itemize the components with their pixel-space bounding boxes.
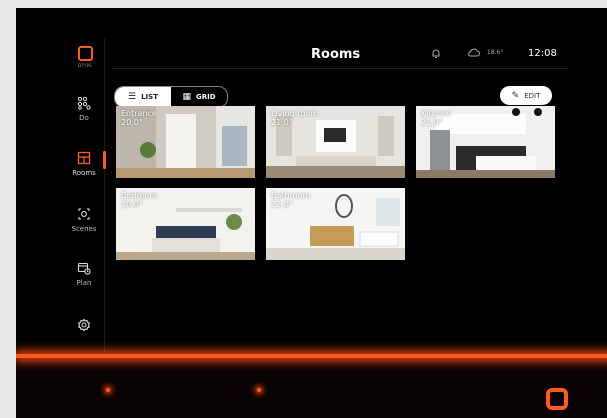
rooms-icon: [77, 151, 91, 165]
sidebar-item-label: Do: [79, 114, 89, 122]
dots-grid-icon: [77, 96, 91, 110]
page-title: Rooms: [311, 47, 361, 62]
room-name: Entrance: [121, 109, 157, 118]
room-name: Bathroom: [271, 191, 311, 200]
room-name: Bedroom: [121, 191, 158, 200]
room-temperature: 21.0°: [271, 118, 293, 127]
weather-widget[interactable]: 18.6°: [467, 47, 503, 58]
room-tile-living-room[interactable]: Living room 21.0°: [266, 106, 405, 178]
indicator-light: [257, 388, 261, 392]
room-name: Living room: [271, 109, 319, 118]
list-view-button[interactable]: ☰ LIST: [115, 87, 171, 107]
device-frame: ΩTYPE Do Rooms Scenes Plan Rooms 18.6° 1…: [16, 8, 607, 418]
sidebar-item-label: Rooms: [72, 169, 96, 177]
room-tile-kitchen[interactable]: Kitchen 21.0°: [416, 106, 555, 178]
room-tile-bathroom[interactable]: Bathroom 22.0°: [266, 188, 405, 260]
indicator-light: [106, 388, 110, 392]
header-divider: [112, 68, 568, 69]
room-temperature: 20.0°: [121, 200, 143, 209]
outdoor-temperature: 18.6°: [486, 48, 504, 56]
sidebar-item-settings[interactable]: [64, 318, 104, 336]
device-bezel: [16, 354, 607, 418]
room-temperature: 21.0°: [421, 118, 443, 127]
grid-icon: ▦: [182, 92, 191, 102]
pencil-icon: ✎: [511, 90, 520, 101]
sidebar-item-label: Scenes: [71, 225, 97, 233]
cloud-moon-icon: [467, 48, 484, 58]
calendar-plan-icon: [77, 261, 91, 275]
list-label: LIST: [141, 93, 158, 101]
scenes-icon: [77, 207, 91, 221]
sidebar: [16, 38, 105, 358]
edit-button[interactable]: ✎ EDIT: [500, 86, 552, 105]
view-toggle: ☰ LIST ▦ GRID: [114, 86, 228, 108]
sidebar-item-do[interactable]: Do: [64, 96, 104, 122]
room-tile-entrance[interactable]: Entrance 20.0°: [116, 106, 255, 178]
grid-label: GRID: [195, 93, 216, 101]
gear-icon: [77, 318, 91, 332]
list-icon: ☰: [128, 92, 137, 102]
clock: 12:08: [528, 48, 557, 59]
sidebar-item-plan[interactable]: Plan: [64, 261, 104, 287]
bell-icon[interactable]: [431, 48, 441, 62]
screen: ΩTYPE Do Rooms Scenes Plan Rooms 18.6° 1…: [16, 8, 607, 358]
grid-view-button[interactable]: ▦ GRID: [171, 87, 227, 107]
active-indicator: [103, 151, 106, 169]
room-temperature: 22.0°: [271, 200, 293, 209]
sidebar-item-rooms[interactable]: Rooms: [64, 151, 104, 177]
room-temperature: 20.0°: [121, 118, 143, 127]
sidebar-item-scenes[interactable]: Scenes: [64, 207, 104, 233]
room-name: Kitchen: [421, 109, 452, 118]
edit-label: EDIT: [524, 91, 541, 100]
sidebar-item-label: Plan: [76, 279, 92, 287]
accent-glow-strip: [16, 354, 607, 358]
bezel-logo-icon: [546, 388, 568, 410]
room-tile-bedroom[interactable]: Bedroom 20.0°: [116, 188, 255, 260]
